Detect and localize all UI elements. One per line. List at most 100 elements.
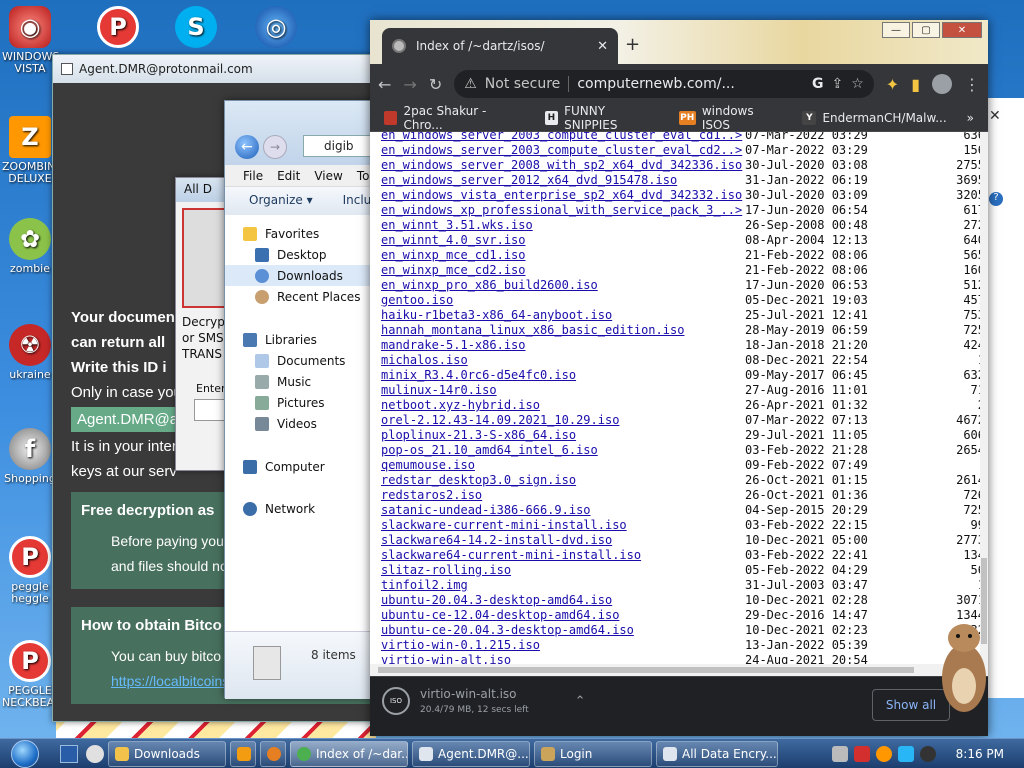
side-panel-icon[interactable]: ▮ <box>911 75 920 94</box>
reload-icon[interactable]: ↻ <box>429 75 442 94</box>
help-icon[interactable]: ? <box>989 192 1003 206</box>
show-desktop-icon[interactable] <box>60 744 78 763</box>
forward-icon[interactable]: → <box>403 75 416 94</box>
file-link[interactable]: minix_R3.4.0rc6-d5e4fc0.iso <box>381 368 745 383</box>
menu-icon[interactable]: ⋮ <box>964 75 980 94</box>
include-button[interactable]: Inclu <box>343 193 372 215</box>
start-button[interactable] <box>0 739 50 768</box>
file-link[interactable]: satanic-undead-i386-666.9.iso <box>381 503 745 518</box>
bookmark-item[interactable]: Y EndermanCH/Malw... <box>802 110 947 125</box>
file-link[interactable]: en_windows_server_2003_compute_cluster_e… <box>381 132 745 143</box>
forward-icon[interactable]: → <box>263 135 287 159</box>
address-bar[interactable]: digib <box>303 135 373 157</box>
omnibox[interactable]: ⚠ Not secure computernewb.com/... G ⇪ ☆ <box>454 70 874 98</box>
bookmark-item[interactable]: 2pac Shakur - Chro... <box>384 104 525 132</box>
google-icon[interactable]: G <box>812 76 824 92</box>
close-icon[interactable]: ✕ <box>942 22 982 38</box>
desktop-icon-windows-vista[interactable]: ◉ WINDOWS VISTA <box>2 6 59 75</box>
bookmark-item[interactable]: H FUNNY SNIPPIES <box>544 104 659 132</box>
file-link[interactable]: ploplinux-21.3-S-x86_64.iso <box>381 428 745 443</box>
scroll-thumb[interactable] <box>378 667 914 673</box>
close-icon[interactable]: ✕ <box>989 108 1001 124</box>
file-link[interactable]: netboot.xyz-hybrid.iso <box>381 398 745 413</box>
organize-button[interactable]: Organize ▾ <box>249 193 313 215</box>
desktop-icon-zoom-deluxe[interactable]: Z ZOOMBINI DELUXE <box>2 116 59 185</box>
file-link[interactable]: ubuntu-ce-12.04-desktop-amd64.iso <box>381 608 745 623</box>
nav-favorites[interactable]: Favorites <box>225 223 373 244</box>
desktop-icon-peggle-neckbeard[interactable]: P PEGGLE NECKBEARD <box>2 640 70 709</box>
horizontal-scrollbar[interactable] <box>370 664 980 676</box>
chevron-up-icon[interactable]: ⌃ <box>575 694 586 709</box>
nav-desktop[interactable]: Desktop <box>225 244 373 265</box>
menu-file[interactable]: File <box>243 169 263 186</box>
file-link[interactable]: en_windows_server_2008_with_sp2_x64_dvd_… <box>381 158 745 173</box>
tray-icon[interactable] <box>853 745 870 762</box>
file-link[interactable]: slitaz-rolling.iso <box>381 563 745 578</box>
file-link[interactable]: en_winnt_4.0_svr.iso <box>381 233 745 248</box>
desktop-icon-ukraine[interactable]: ☢ ukraine <box>2 324 58 381</box>
file-link[interactable]: slackware64-current-mini-install.iso <box>381 548 745 563</box>
file-link[interactable]: mulinux-14r0.iso <box>381 383 745 398</box>
file-link[interactable]: orel-2.12.43-14.09.2021_10.29.iso <box>381 413 745 428</box>
file-link[interactable]: en_winnt_3.51.wks.iso <box>381 218 745 233</box>
profile-avatar[interactable] <box>932 74 952 94</box>
taskbar-button[interactable]: Agent.DMR@... <box>412 740 530 767</box>
nav-videos[interactable]: Videos <box>225 413 373 434</box>
nav-computer[interactable]: Computer <box>225 456 373 477</box>
nav-libraries[interactable]: Libraries <box>225 329 373 350</box>
taskbar-button[interactable]: Index of /~dar... <box>290 740 408 767</box>
desktop-icon-peggle-heggle[interactable]: P peggle heggle <box>2 536 58 605</box>
file-link[interactable]: redstar_desktop3.0_sign.iso <box>381 473 745 488</box>
back-icon[interactable]: ← <box>235 135 259 159</box>
file-link[interactable]: ubuntu-20.04.3-desktop-amd64.iso <box>381 593 745 608</box>
ie-icon[interactable] <box>86 744 104 763</box>
back-icon[interactable]: ← <box>378 75 391 94</box>
desktop-icon-shopping[interactable]: f Shopping <box>2 428 58 485</box>
desktop-icon-skype[interactable]: S <box>168 6 224 51</box>
nav-network[interactable]: Network <box>225 498 373 519</box>
nav-documents[interactable]: Documents <box>225 350 373 371</box>
file-link[interactable]: pop-os_21.10_amd64_intel_6.iso <box>381 443 745 458</box>
extensions-icon[interactable]: ✦ <box>886 75 899 94</box>
taskbar-button[interactable]: Downloads <box>108 740 226 767</box>
taskbar-button[interactable]: All Data Encry... <box>656 740 778 767</box>
file-link[interactable]: redstaros2.iso <box>381 488 745 503</box>
file-link[interactable]: virtio-win-0.1.215.iso <box>381 638 745 653</box>
tray-icon[interactable] <box>831 745 848 762</box>
file-link[interactable]: en_windows_xp_professional_with_service_… <box>381 203 745 218</box>
nav-downloads[interactable]: Downloads <box>225 265 373 286</box>
ransom-id-box[interactable]: Agent.DMR@ac <box>71 407 192 432</box>
desktop-icon-zombie[interactable]: ✿ zombie <box>2 218 58 275</box>
new-tab-icon[interactable]: + <box>625 34 640 55</box>
file-link[interactable]: en_windows_vista_enterprise_sp2_x64_dvd_… <box>381 188 745 203</box>
desktop-icon-peggle[interactable]: P <box>90 6 146 51</box>
tray-icon[interactable] <box>875 745 892 762</box>
download-item[interactable]: ISO virtio-win-alt.iso 20.4/79 MB, 12 se… <box>382 687 586 715</box>
file-link[interactable]: en_windows_server_2012_x64_dvd_915478.is… <box>381 173 745 188</box>
file-link[interactable]: tinfoil2.img <box>381 578 745 593</box>
file-link[interactable]: en_winxp_pro_x86_build2600.iso <box>381 278 745 293</box>
menu-edit[interactable]: Edit <box>277 169 300 186</box>
maximize-icon[interactable]: ▢ <box>912 22 940 38</box>
bookmark-item[interactable]: PH windows ISOS <box>678 104 783 132</box>
tray-icon[interactable] <box>897 745 914 762</box>
file-link[interactable]: slackware-current-mini-install.iso <box>381 518 745 533</box>
bookmark-star-icon[interactable]: ☆ <box>851 76 864 92</box>
nav-music[interactable]: Music <box>225 371 373 392</box>
nav-recent-places[interactable]: Recent Places <box>225 286 373 307</box>
file-link[interactable]: haiku-r1beta3-x86_64-anyboot.iso <box>381 308 745 323</box>
minimize-icon[interactable]: — <box>882 22 910 38</box>
file-link[interactable]: qemumouse.iso <box>381 458 745 473</box>
ransom-title-bar[interactable]: Agent.DMR@protonmail.com <box>53 55 381 83</box>
file-link[interactable]: en_winxp_mce_cd1.iso <box>381 248 745 263</box>
file-link[interactable]: en_winxp_mce_cd2.iso <box>381 263 745 278</box>
share-icon[interactable]: ⇪ <box>831 76 843 92</box>
tab-active[interactable]: Index of /~dartz/isos/ ✕ <box>382 28 618 64</box>
tray-icon[interactable] <box>919 745 936 762</box>
file-link[interactable]: ubuntu-ce-20.04.3-desktop-amd64.iso <box>381 623 745 638</box>
taskbar-button[interactable]: Login <box>534 740 652 767</box>
tab-close-icon[interactable]: ✕ <box>597 39 608 54</box>
desktop-icon-globe[interactable]: ◎ <box>248 6 304 51</box>
file-link[interactable]: gentoo.iso <box>381 293 745 308</box>
vertical-scrollbar[interactable] <box>980 132 988 676</box>
